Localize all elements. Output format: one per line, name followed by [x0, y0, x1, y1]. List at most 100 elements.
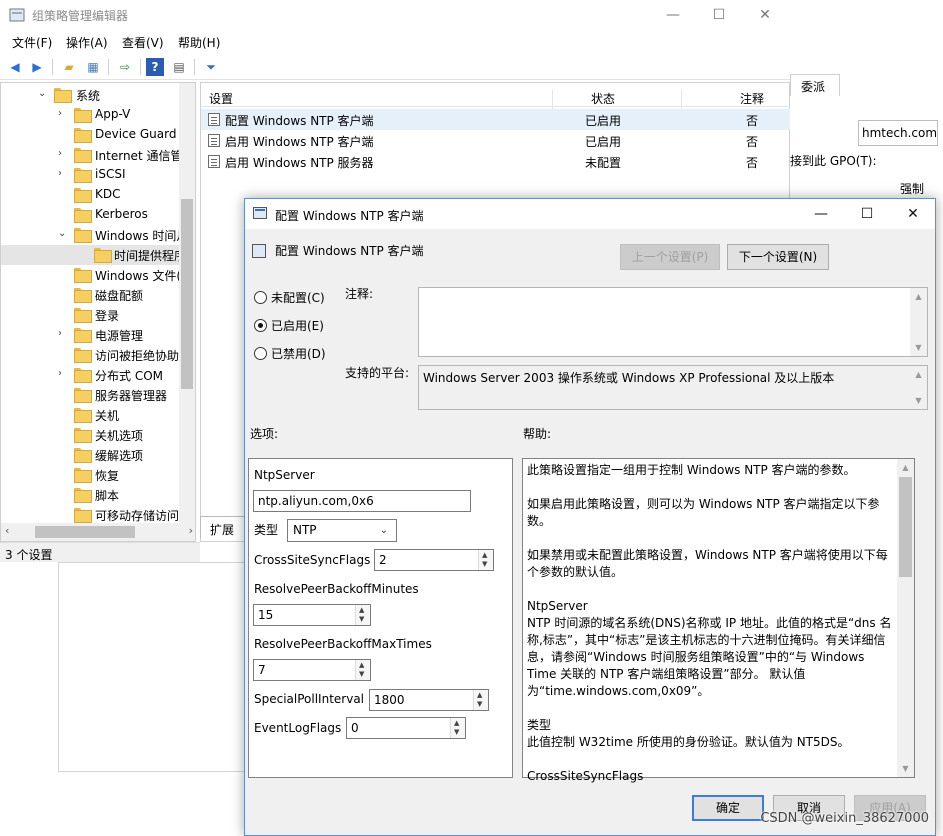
collapse-icon[interactable]: ⌄	[58, 228, 68, 239]
maximize-button[interactable]: ☐	[696, 0, 742, 30]
properties-icon[interactable]: ▤	[170, 58, 188, 76]
backoff-minutes-spinner[interactable]: 15 ▲ ▼	[253, 604, 371, 626]
expand-icon[interactable]: ›	[58, 148, 68, 159]
menu-file[interactable]: 文件(F)	[12, 34, 52, 51]
tree-item[interactable]: KDC	[1, 185, 181, 205]
tree-item[interactable]: 访问被拒绝协助	[1, 345, 181, 365]
backoff-maxtimes-label: ResolvePeerBackoffMaxTimes	[254, 637, 432, 651]
scroll-down-icon[interactable]: ▼	[910, 392, 927, 409]
tree-item[interactable]: 磁盘配额	[1, 285, 181, 305]
spinner-buttons[interactable]: ▲ ▼	[355, 605, 370, 625]
tree-horizontal-scrollbar[interactable]: ‹ ›	[1, 523, 195, 541]
tree-item[interactable]: › App-V	[1, 105, 181, 125]
scroll-down-icon[interactable]: ▼	[897, 760, 914, 777]
comment-label: 注释:	[345, 287, 374, 301]
tree-item[interactable]: 恢复	[1, 465, 181, 485]
spinner-buttons[interactable]: ▲ ▼	[478, 550, 493, 570]
chevron-down-icon: ⌄	[379, 525, 388, 536]
tree-item[interactable]: › 分布式 COM	[1, 365, 181, 385]
list-row[interactable]: 启用 Windows NTP 客户端 已启用 否	[201, 130, 791, 151]
comment-scrollbar[interactable]: ▲ ▼	[910, 288, 927, 356]
folder-icon	[74, 428, 92, 443]
expand-icon[interactable]: ›	[58, 168, 68, 179]
tree-item[interactable]: Windows 文件(	[1, 265, 181, 285]
platform-scrollbar[interactable]: ▲ ▼	[910, 366, 927, 409]
crosssite-spinner[interactable]: 2 ▲ ▼	[374, 549, 494, 571]
tree-item[interactable]: 可移动存储访问	[1, 505, 181, 525]
column-setting[interactable]: 设置	[209, 90, 233, 107]
close-button[interactable]: ✕	[742, 0, 788, 30]
show-tree-icon[interactable]: ▦	[84, 58, 102, 76]
list-row[interactable]: 配置 Windows NTP 客户端 已启用 否	[201, 109, 791, 130]
expand-icon[interactable]: ›	[58, 328, 68, 339]
tree-item[interactable]: 关机	[1, 405, 181, 425]
tree-item[interactable]: 服务器管理器	[1, 385, 181, 405]
spinner-buttons[interactable]: ▲ ▼	[355, 660, 370, 680]
back-icon[interactable]: ◀	[6, 58, 24, 76]
scroll-up-icon[interactable]: ▲	[910, 366, 927, 383]
domain-field[interactable]: hmtech.com	[858, 120, 938, 146]
tab-extended[interactable]: 扩展	[200, 516, 250, 538]
tree-item[interactable]: Device Guard	[1, 125, 181, 145]
spinner-buttons[interactable]: ▲ ▼	[450, 718, 465, 738]
expand-icon[interactable]: ›	[58, 108, 68, 119]
disabled-radio[interactable]	[254, 347, 267, 360]
dialog-maximize-button[interactable]: ☐	[844, 199, 890, 229]
tree-item[interactable]: 登录	[1, 305, 181, 325]
tree-item[interactable]: ⌄ 系统	[1, 85, 181, 105]
spinner-buttons[interactable]: ▲ ▼	[473, 690, 488, 710]
scrollbar-thumb[interactable]	[899, 477, 912, 577]
scroll-left-icon[interactable]: ‹	[5, 524, 9, 537]
tree-item[interactable]: ⌄ Windows 时间月	[1, 225, 188, 245]
backoff-maxtimes-spinner[interactable]: 7 ▲ ▼	[253, 659, 371, 681]
next-setting-button[interactable]: 下一个设置(N)	[727, 244, 829, 270]
scroll-up-icon[interactable]: ▲	[910, 288, 927, 305]
previous-setting-button[interactable]: 上一个设置(P)	[620, 244, 720, 270]
tree-item-selected[interactable]: 时间提供程序	[1, 245, 186, 265]
domain-value: hmtech.com	[862, 126, 938, 140]
scrollbar-thumb[interactable]	[35, 526, 135, 538]
column-comment[interactable]: 注释	[740, 90, 764, 107]
menu-help[interactable]: 帮助(H)	[178, 34, 220, 51]
tree-item[interactable]: 缓解选项	[1, 445, 181, 465]
tree-item[interactable]: 关机选项	[1, 425, 181, 445]
list-row[interactable]: 启用 Windows NTP 服务器 未配置 否	[201, 151, 791, 172]
export-list-icon[interactable]: ⇨	[116, 58, 134, 76]
dialog-minimize-button[interactable]: —	[798, 199, 844, 229]
scroll-right-icon[interactable]: ›	[189, 524, 193, 537]
tree-item-label: 恢复	[95, 469, 120, 483]
folder-icon	[74, 128, 92, 143]
minimize-button[interactable]: —	[650, 0, 696, 30]
menu-view[interactable]: 查看(V)	[122, 34, 164, 51]
expand-icon[interactable]: ›	[58, 368, 68, 379]
comment-field[interactable]: ▲ ▼	[418, 287, 928, 357]
tree-item-label: KDC	[95, 187, 121, 201]
tree-item[interactable]: › Internet 通信管	[1, 145, 182, 165]
tree-item[interactable]: › iSCSI	[1, 165, 181, 185]
scroll-up-icon[interactable]: ▲	[897, 459, 914, 476]
scroll-down-icon[interactable]: ▼	[910, 339, 927, 356]
column-state[interactable]: 状态	[591, 90, 615, 107]
scrollbar-thumb[interactable]	[181, 199, 193, 389]
ok-button[interactable]: 确定	[692, 795, 764, 821]
type-select[interactable]: NTP ⌄	[287, 519, 397, 542]
not-configured-radio[interactable]	[254, 291, 267, 304]
enabled-radio[interactable]	[254, 319, 267, 332]
tree-item[interactable]: 脚本	[1, 485, 181, 505]
filter-icon[interactable]: ⏷	[202, 58, 220, 76]
menu-action[interactable]: 操作(A)	[66, 34, 108, 51]
tree-item[interactable]: Kerberos	[1, 205, 181, 225]
eventlog-spinner[interactable]: 0 ▲ ▼	[346, 717, 466, 739]
tree-vertical-scrollbar[interactable]	[179, 83, 195, 523]
help-icon[interactable]: ?	[146, 58, 164, 76]
tab-delegation[interactable]: 委派	[790, 74, 840, 96]
folder-icon	[74, 148, 92, 163]
poll-interval-spinner[interactable]: 1800 ▲ ▼	[369, 689, 489, 711]
tree-item[interactable]: › 电源管理	[1, 325, 181, 345]
forward-icon[interactable]: ▶	[28, 58, 46, 76]
help-scrollbar[interactable]: ▲ ▼	[897, 459, 914, 777]
collapse-icon[interactable]: ⌄	[38, 88, 48, 99]
ntpserver-input[interactable]: ntp.aliyun.com,0x6	[253, 490, 471, 512]
dialog-close-button[interactable]: ✕	[890, 199, 936, 229]
up-folder-icon[interactable]: ▰	[60, 58, 78, 76]
